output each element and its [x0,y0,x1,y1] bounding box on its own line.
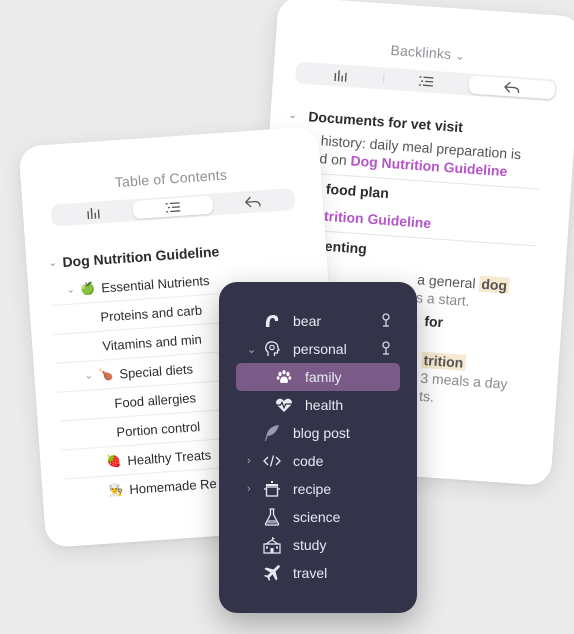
chevron-down-icon: ⌄ [454,50,466,64]
backlink-link[interactable]: utrition Guideline [315,207,432,231]
menu-item-science[interactable]: science [219,503,417,531]
bear-paw-arc-icon [262,311,282,331]
chevron-down-icon: ⌄ [84,369,94,382]
backlink-document[interactable]: for [424,313,562,339]
tag-menu: bear ⌄ personal family health blog post [219,282,417,613]
menu-item-blog-post[interactable]: blog post [219,419,417,447]
pin-icon[interactable] [381,312,391,330]
backlink-document[interactable]: renting [319,237,567,270]
backlink-snippet[interactable]: utrition Guideline [315,206,569,242]
pot-icon [262,479,282,499]
bar-chart-icon [87,207,100,220]
menu-item-recipe[interactable]: › recipe [219,475,417,503]
tab-statistics[interactable] [53,201,134,225]
bar-chart-icon [333,70,347,82]
list-icon [165,202,181,213]
menu-item-travel[interactable]: travel [219,559,417,587]
backlink-snippet[interactable]: trition 3 meals a day ts. [419,351,559,414]
menu-item-personal[interactable]: ⌄ personal [219,335,417,363]
flask-icon [262,507,282,527]
backlink-snippet[interactable]: a general dog s a start. [415,270,564,316]
heart-pulse-icon [274,395,294,415]
chevron-right-icon[interactable]: › [247,455,251,467]
head-profile-icon [262,339,282,359]
green-apple-icon: 🍏 [79,280,96,296]
poultry-leg-icon: 🍗 [97,366,114,382]
view-switcher [50,187,296,227]
chevron-down-icon: ⌄ [288,109,298,121]
airplane-icon [262,563,282,583]
tab-backlinks[interactable] [212,190,293,214]
reply-arrow-icon [503,81,519,93]
menu-item-study[interactable]: study [219,531,417,559]
menu-item-health[interactable]: health [219,391,417,419]
reply-arrow-icon [244,196,261,208]
list-icon [418,76,433,87]
pin-icon[interactable] [381,340,391,358]
menu-item-code[interactable]: › code [219,447,417,475]
chevron-down-icon: ⌄ [66,283,76,296]
paw-icon [274,367,294,387]
tab-table-of-contents[interactable] [132,195,214,220]
cook-icon: 👨‍🍳 [108,482,124,498]
chevron-down-icon: ⌄ [48,257,58,269]
code-brackets-icon [262,451,282,471]
menu-item-family[interactable]: family [236,363,400,391]
school-building-icon [262,535,282,555]
chevron-right-icon[interactable]: › [247,483,251,495]
chevron-down-icon[interactable]: ⌄ [247,343,256,356]
feather-icon [262,423,282,443]
strawberry-icon: 🍓 [106,453,122,469]
menu-item-bear[interactable]: bear [219,307,417,335]
